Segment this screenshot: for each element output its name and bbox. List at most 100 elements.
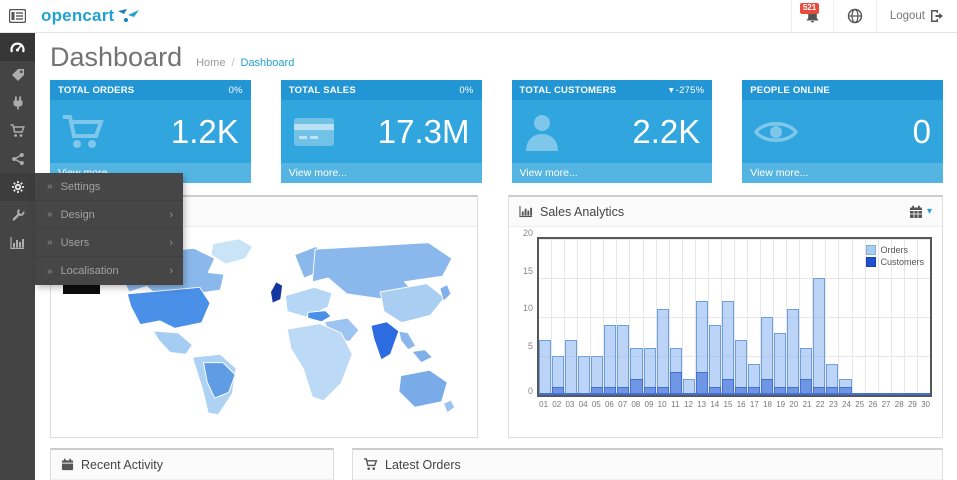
submenu-item-users[interactable]: »Users› xyxy=(35,229,183,257)
double-chevron-icon: » xyxy=(47,266,53,277)
tile-label: TOTAL CUSTOMERS xyxy=(520,85,617,96)
breadcrumb: Home / Dashboard xyxy=(196,57,294,69)
tile-body: 1.2K xyxy=(50,100,251,163)
x-tick-label: 30 xyxy=(919,400,932,409)
view-more-link[interactable]: View more... xyxy=(742,163,943,183)
cart-icon xyxy=(363,458,378,471)
y-tick-label: 20 xyxy=(523,228,533,238)
tile-change: 0% xyxy=(459,85,473,96)
latest-orders-panel: Latest Orders xyxy=(352,448,943,480)
chart-bar-group-09 xyxy=(644,239,657,395)
tile-body: 2.2K xyxy=(512,100,713,163)
breadcrumb-home-link[interactable]: Home xyxy=(196,57,225,69)
double-chevron-icon: » xyxy=(47,237,53,248)
chart-bar-group-24 xyxy=(839,239,852,395)
x-tick-label: 11 xyxy=(669,400,682,409)
chart-bar-group-21 xyxy=(800,239,813,395)
logout-label: Logout xyxy=(890,10,925,22)
legend-label: Customers xyxy=(880,257,924,267)
stat-tile-total-sales: TOTAL SALES0%17.3MView more... xyxy=(281,80,482,183)
notifications-button[interactable]: 521 xyxy=(791,0,833,32)
chart-bar-group-05 xyxy=(591,239,604,395)
sidebar-item-reports[interactable] xyxy=(0,229,35,257)
sidebar-item-tools[interactable] xyxy=(0,201,35,229)
caret-down-icon: ▾ xyxy=(927,206,932,217)
page-title: Dashboard xyxy=(50,42,182,73)
tag-icon xyxy=(11,68,25,82)
submenu-item-localisation[interactable]: » Localisation › xyxy=(35,257,183,285)
x-tick-label: 23 xyxy=(827,400,840,409)
x-tick-label: 01 xyxy=(537,400,550,409)
tile-label: PEOPLE ONLINE xyxy=(750,85,830,96)
top-bar: opencart 521 Logout xyxy=(0,0,957,33)
y-tick-label: 15 xyxy=(523,266,533,276)
sales-analytics-chart: 20151050 OrdersCustomers 010203040506070… xyxy=(509,227,942,437)
tile-header: TOTAL CUSTOMERS ▾ -275% xyxy=(512,80,713,100)
submenu-item-label: Settings xyxy=(61,181,101,193)
x-tick-label: 04 xyxy=(577,400,590,409)
tile-change: ▾ -275% xyxy=(669,85,704,96)
cart-icon xyxy=(10,124,25,138)
sidebar-item-dashboard[interactable] xyxy=(0,33,35,61)
tile-value: 2.2K xyxy=(632,115,700,148)
chart-bar-group-08 xyxy=(630,239,643,395)
hamburger-icon xyxy=(9,9,26,23)
x-tick-label: 13 xyxy=(695,400,708,409)
y-tick-label: 5 xyxy=(528,341,533,351)
chevron-right-icon: › xyxy=(169,265,173,277)
tile-body: 17.3M xyxy=(281,100,482,163)
submenu-item-label: Localisation xyxy=(61,265,119,277)
chart-bar-group-19 xyxy=(774,239,787,395)
chart-bar-group-23 xyxy=(826,239,839,395)
chart-bar-group-17 xyxy=(748,239,761,395)
x-tick-label: 27 xyxy=(879,400,892,409)
x-tick-label: 15 xyxy=(721,400,734,409)
legend-item-orders: Orders xyxy=(866,245,924,255)
x-tick-label: 06 xyxy=(603,400,616,409)
x-tick-label: 29 xyxy=(906,400,919,409)
cart-icon xyxy=(62,114,106,150)
submenu-item-settings[interactable]: » Settings xyxy=(35,173,183,201)
logout-button[interactable]: Logout xyxy=(876,0,957,32)
sidebar-item-catalog[interactable] xyxy=(0,61,35,89)
calendar-icon xyxy=(909,205,923,219)
x-tick-label: 16 xyxy=(735,400,748,409)
sidebar-item-system[interactable] xyxy=(0,173,35,201)
view-more-link[interactable]: View more... xyxy=(281,163,482,183)
chart-bar-group-10 xyxy=(657,239,670,395)
notification-badge: 521 xyxy=(800,3,819,14)
system-submenu: »Settings»Design›»Users›»Localisation› xyxy=(35,173,183,285)
stat-tiles: TOTAL ORDERS0%1.2KView more...TOTAL SALE… xyxy=(50,80,943,183)
eye-icon xyxy=(754,118,798,146)
brand-text: opencart xyxy=(41,6,114,26)
breadcrumb-separator: / xyxy=(231,57,234,69)
date-range-button[interactable]: ▾ xyxy=(909,205,932,219)
user-icon xyxy=(524,113,560,151)
chart-bar-group-13 xyxy=(696,239,709,395)
tile-label: TOTAL ORDERS xyxy=(58,85,134,96)
sidebar-item-marketing[interactable] xyxy=(0,145,35,173)
chart-bar-group-03 xyxy=(565,239,578,395)
x-tick-label: 22 xyxy=(814,400,827,409)
opencart-logo[interactable]: opencart xyxy=(35,0,140,32)
stat-tile-people-online: PEOPLE ONLINE 0View more... xyxy=(742,80,943,183)
chevron-right-icon: › xyxy=(169,209,173,221)
wrench-icon xyxy=(11,208,25,222)
tile-body: 0 xyxy=(742,100,943,163)
chart-bar-group-22 xyxy=(813,239,826,395)
view-more-link[interactable]: View more... xyxy=(512,163,713,183)
submenu-item-design[interactable]: »Design› xyxy=(35,201,183,229)
gear-icon xyxy=(11,180,25,194)
legend-swatch xyxy=(866,257,876,267)
breadcrumb-current-link[interactable]: Dashboard xyxy=(241,57,295,69)
chart-bar-group-11 xyxy=(670,239,683,395)
submenu-shadow xyxy=(63,285,100,294)
menu-toggle-button[interactable] xyxy=(0,0,35,32)
sidebar-item-extensions[interactable] xyxy=(0,89,35,117)
language-button[interactable] xyxy=(833,0,876,32)
double-chevron-icon: » xyxy=(47,181,53,192)
sidebar-item-sales[interactable] xyxy=(0,117,35,145)
chart-zero-line xyxy=(539,393,930,395)
sales-analytics-title: Sales Analytics xyxy=(540,205,624,219)
chart-bar-group-02 xyxy=(552,239,565,395)
